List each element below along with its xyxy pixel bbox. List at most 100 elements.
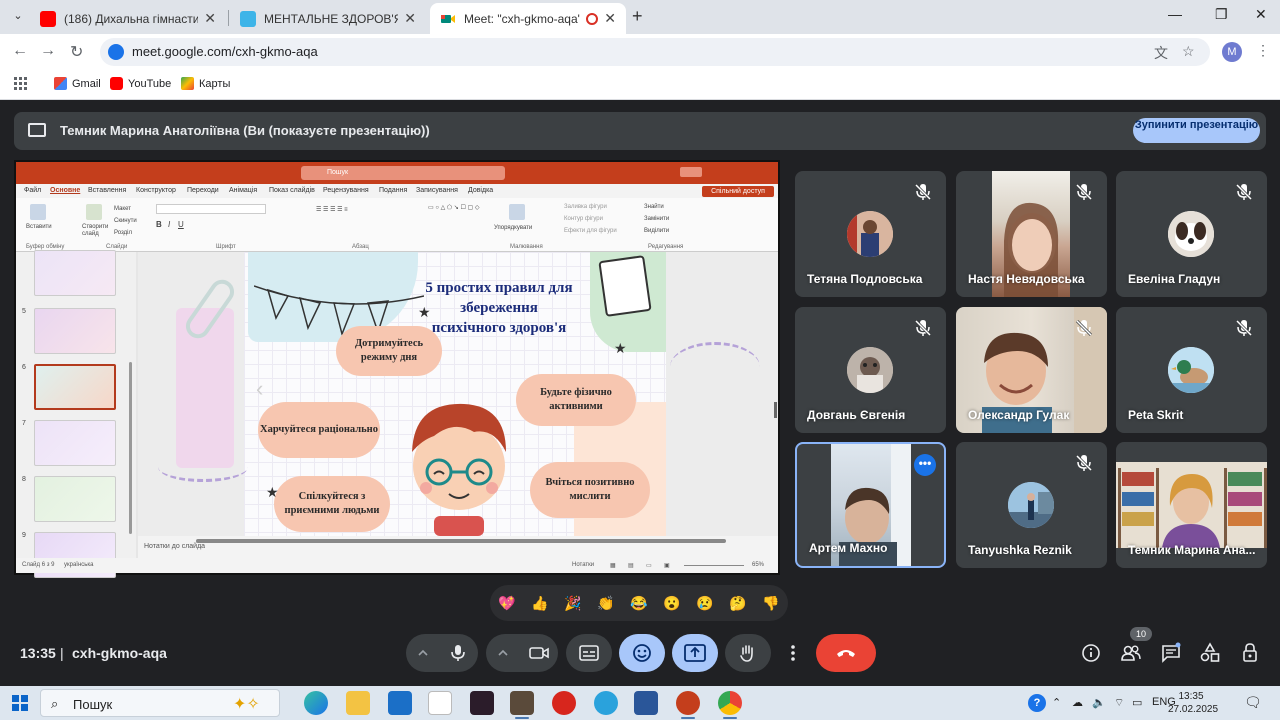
back-icon[interactable]: ← [12,42,28,60]
app-icon[interactable] [470,691,494,715]
telegram-icon[interactable] [594,691,618,715]
participant-tile[interactable]: Олександр Гулак [956,307,1107,433]
windows-start-icon[interactable] [12,695,28,711]
reaction-clap-button[interactable]: 👏 [595,592,617,614]
outlook-icon[interactable] [388,691,412,715]
clock[interactable]: 13:35 27.02.2025 [1168,690,1218,716]
menu-insert[interactable]: Вставлення [88,187,126,194]
reaction-thinking-button[interactable]: 🤔 [727,592,749,614]
reaction-heart-button[interactable]: 💖 [496,592,518,614]
replace-label[interactable]: Замінити [644,216,669,222]
vertical-scrollbar[interactable] [774,402,777,418]
bookmark-star-icon[interactable]: ☆ [1182,43,1195,60]
font-name-field[interactable] [156,204,266,214]
host-controls-icon[interactable] [1239,642,1261,664]
thumbnail-scrollbar[interactable] [129,362,132,534]
raise-hand-button[interactable] [725,634,771,672]
address-bar[interactable]: meet.google.com/cxh-gkmo-aqa 文 ☆ [100,38,1210,66]
menu-recording[interactable]: Записування [416,187,458,194]
menu-animations[interactable]: Анімація [229,187,257,194]
slide-thumbnail[interactable] [34,250,116,296]
reaction-thumbs-up-button[interactable]: 👍 [529,592,551,614]
shape-outline-label[interactable]: Контур фігури [564,216,603,222]
reactions-button[interactable] [619,634,665,672]
store-icon[interactable] [428,691,452,715]
powerpoint-search[interactable]: Пошук [301,166,505,180]
close-tab-icon[interactable]: ✕ [204,10,216,27]
shapes-gallery[interactable]: ▭ ○ △ ⬠ ↘ ☐ ▢ ◇ [428,204,488,234]
bookmark-maps[interactable]: Карты [181,77,230,90]
slide-thumbnail[interactable] [34,420,116,466]
close-window-icon[interactable]: ✕ [1255,6,1267,23]
slide-thumbnail[interactable] [34,308,116,354]
view-slideshow-icon[interactable]: ▣ [664,562,670,569]
participant-tile[interactable]: Довгань Євгенія [795,307,946,433]
find-label[interactable]: Знайти [644,204,664,210]
apps-grid-icon[interactable] [14,77,28,91]
url-text[interactable]: meet.google.com/cxh-gkmo-aqa [132,44,318,59]
shape-effects-label[interactable]: Ефекти для фігури [564,228,617,234]
view-sorter-icon[interactable]: ▤ [628,562,634,569]
notes-toggle[interactable]: Нотатки [572,562,594,568]
present-screen-button[interactable] [672,634,718,672]
menu-design[interactable]: Конструктор [136,187,176,194]
reload-icon[interactable]: ↻ [70,42,83,62]
participant-tile[interactable]: Тетяна Подловська [795,171,946,297]
battery-icon[interactable]: ▭ [1132,696,1142,709]
site-info-icon[interactable] [108,44,124,60]
meeting-info-icon[interactable] [1080,642,1102,664]
profile-avatar[interactable]: M [1222,42,1242,62]
notifications-icon[interactable]: 🗨 [1244,694,1262,711]
select-label[interactable]: Виділити [644,228,669,234]
participant-tile[interactable]: Евеліна Гладун [1116,171,1267,297]
tab-search-button[interactable]: ⌄ [8,6,28,26]
reaction-party-button[interactable]: 🎉 [562,592,584,614]
reaction-sad-button[interactable]: 😢 [694,592,716,614]
app-icon[interactable] [510,691,534,715]
cloud-icon[interactable]: ☁ [1072,696,1083,709]
new-slide-icon[interactable] [86,204,102,220]
italic-icon[interactable]: I [168,220,170,229]
wifi-icon[interactable]: ⌔ [1114,696,1124,710]
view-normal-icon[interactable]: ▦ [610,562,616,569]
participant-tile[interactable]: Темник Марина Ана... [1116,442,1267,568]
help-icon[interactable]: ? [1028,694,1046,712]
word-icon[interactable] [634,691,658,715]
chrome-icon[interactable] [718,691,742,715]
maximize-icon[interactable]: ❐ [1215,6,1228,23]
language-status[interactable]: українська [64,562,94,568]
chat-icon[interactable] [1160,642,1182,664]
tab-youtube[interactable]: (186) Дихальна гімнастика, ре ✕ [30,3,226,34]
opera-icon[interactable] [552,691,576,715]
menu-help[interactable]: Довідка [468,187,493,194]
chevron-up-icon[interactable] [416,646,430,660]
slide-thumbnail-selected[interactable] [34,364,116,410]
more-options-icon[interactable]: ••• [914,454,936,476]
menu-slideshow[interactable]: Показ слайдів [269,187,315,194]
participant-tile[interactable]: Tanyushka Reznik [956,442,1107,568]
bookmark-youtube[interactable]: YouTube [110,77,171,90]
reaction-surprised-button[interactable]: 😮 [661,592,683,614]
menu-review[interactable]: Рецензування [323,187,369,194]
people-icon[interactable] [1120,642,1142,664]
arrange-icon[interactable] [509,204,525,220]
forward-icon[interactable]: → [40,42,56,60]
browser-menu-icon[interactable]: ⋮ [1256,42,1270,59]
horizontal-scrollbar[interactable] [196,539,726,543]
close-tab-icon[interactable]: ✕ [404,10,416,27]
view-reading-icon[interactable]: ▭ [646,562,652,569]
participant-tile[interactable]: Peta Skrit [1116,307,1267,433]
share-button[interactable]: Спільний доступ [702,186,774,197]
menu-file[interactable]: Файл [24,187,41,194]
participant-tile-active[interactable]: ••• Артем Махно [795,442,946,568]
minimize-icon[interactable]: — [1168,6,1182,22]
tab-meet[interactable]: Meet: "cxh-gkmo-aqa" ✕ [430,3,626,34]
tab-canva[interactable]: МЕНТАЛЬНЕ ЗДОРОВ'Я - Copy ✕ [230,3,426,34]
paste-icon[interactable] [30,204,46,220]
more-options-button[interactable] [778,634,808,672]
taskbar-search[interactable]: ⌕ Пошук ✦✧ [40,689,280,717]
chevron-up-icon[interactable] [496,646,510,660]
leave-call-button[interactable] [816,634,876,672]
captions-button[interactable] [566,634,612,672]
current-slide[interactable]: 5 простих правил для збереження психічно… [244,252,666,536]
